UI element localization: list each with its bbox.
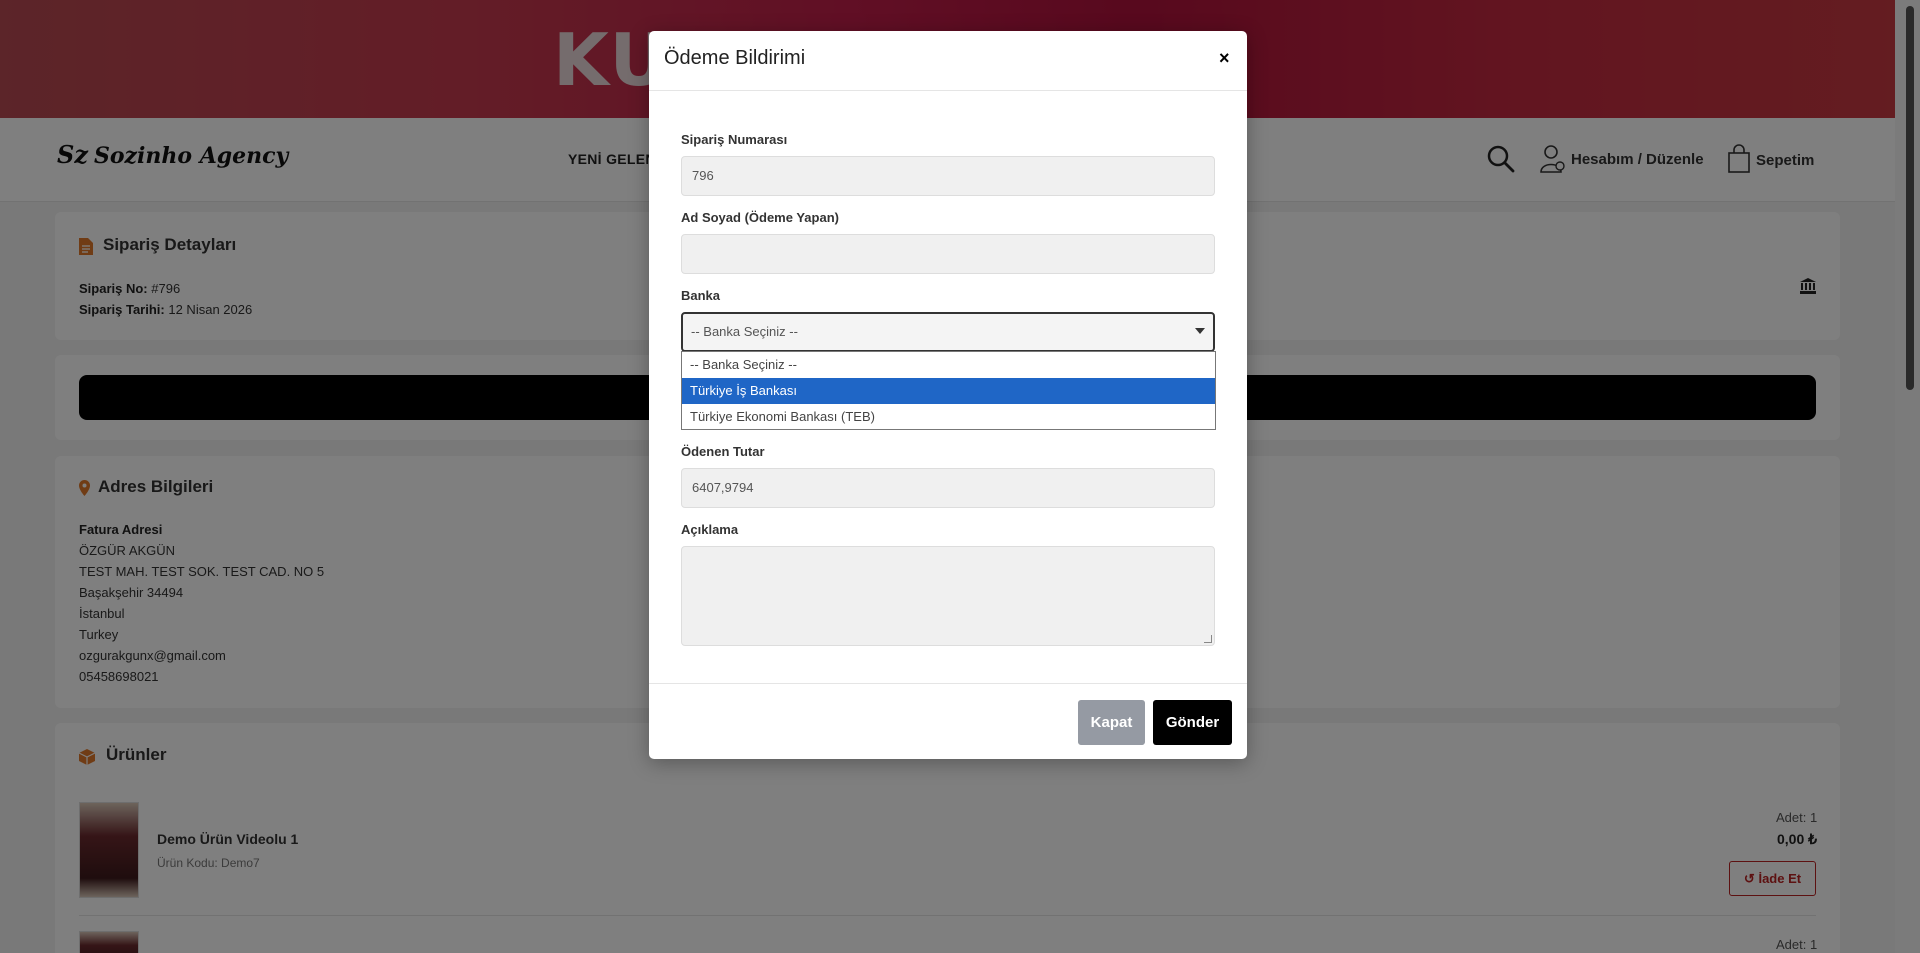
description-textarea[interactable]	[681, 546, 1215, 646]
modal-title: Ödeme Bildirimi	[664, 47, 806, 69]
close-button[interactable]: Kapat	[1078, 700, 1145, 745]
submit-button[interactable]: Gönder	[1153, 700, 1232, 745]
chevron-down-icon	[1195, 328, 1205, 334]
bank-option[interactable]: -- Banka Seçiniz --	[682, 352, 1215, 378]
modal-footer: Kapat Gönder	[649, 683, 1247, 759]
payer-name-input[interactable]	[681, 234, 1215, 274]
bank-select[interactable]: -- Banka Seçiniz --	[681, 312, 1215, 352]
payment-notification-modal: Ödeme Bildirimi × Sipariş Numarası 796 A…	[649, 31, 1247, 759]
amount-label: Ödenen Tutar	[681, 444, 765, 459]
order-number-label: Sipariş Numarası	[681, 132, 788, 147]
amount-input[interactable]: 6407,9794	[681, 468, 1215, 508]
modal-header: Ödeme Bildirimi ×	[649, 31, 1247, 91]
bank-dropdown-list: -- Banka Seçiniz -- Türkiye İş Bankası T…	[681, 351, 1216, 430]
order-number-input[interactable]: 796	[681, 156, 1215, 196]
bank-option[interactable]: Türkiye İş Bankası	[682, 378, 1215, 404]
payer-name-label: Ad Soyad (Ödeme Yapan)	[681, 210, 839, 225]
bank-select-value: -- Banka Seçiniz --	[691, 324, 798, 339]
description-label: Açıklama	[681, 522, 739, 537]
bank-label: Banka	[681, 288, 721, 303]
scrollbar-thumb[interactable]	[1906, 6, 1914, 390]
resize-handle[interactable]	[1204, 635, 1212, 643]
close-icon[interactable]: ×	[1219, 48, 1230, 69]
bank-option[interactable]: Türkiye Ekonomi Bankası (TEB)	[682, 404, 1215, 430]
